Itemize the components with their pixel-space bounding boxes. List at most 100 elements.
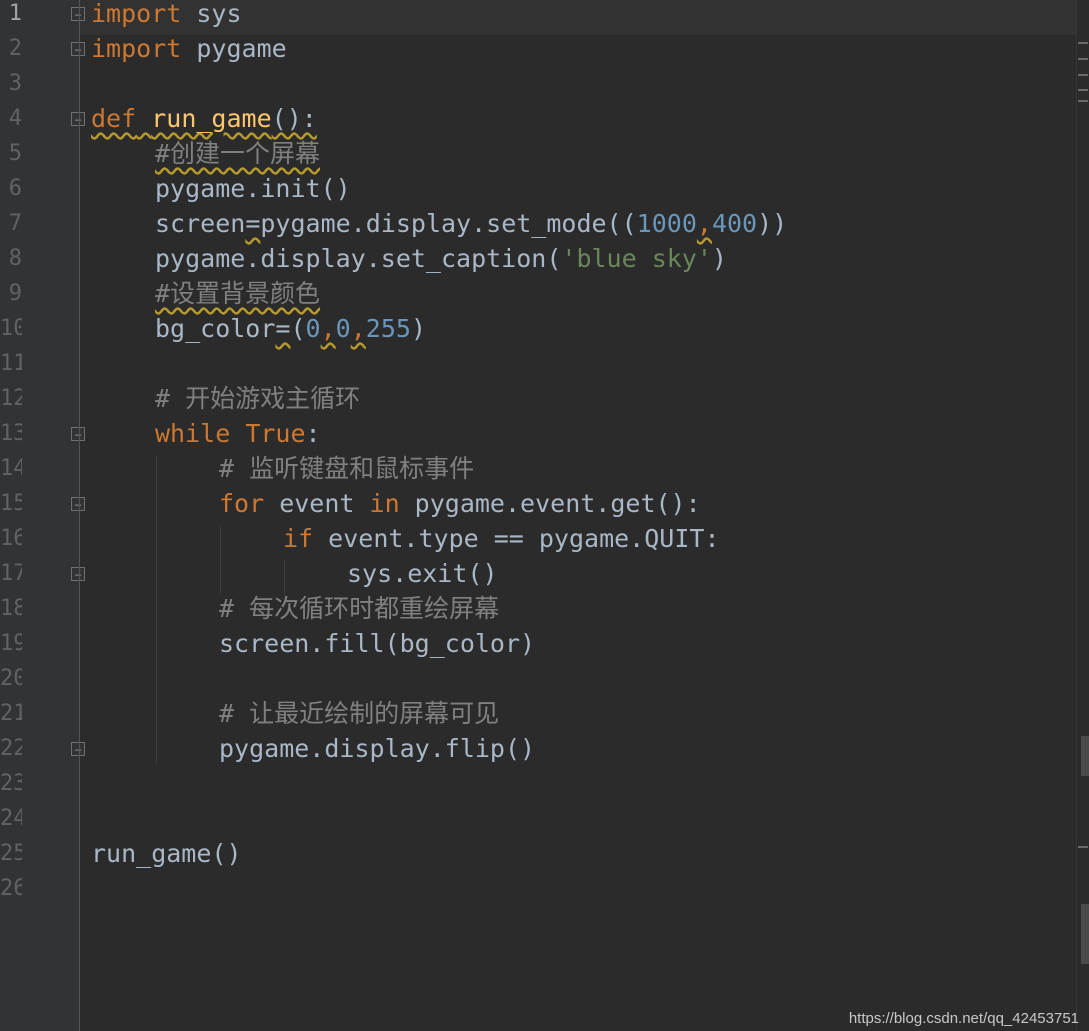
code-text: , (696, 209, 712, 238)
keyword: for (219, 489, 265, 518)
scroll-marker (1078, 89, 1088, 91)
code-line-7[interactable]: screen=pygame.display.set_mode((1000,400… (155, 206, 787, 241)
code-line-17[interactable]: sys.exit() (347, 556, 498, 591)
code-line-4[interactable]: def run_game(): (91, 101, 317, 136)
code-text: = (245, 209, 261, 238)
number: 0 (335, 314, 351, 343)
code-text: ) (711, 244, 727, 273)
fold-open-icon[interactable]: − (71, 427, 85, 442)
keyword: import (91, 0, 182, 28)
code-text: , (350, 314, 366, 343)
code-text: pygame.display.flip() (219, 734, 536, 763)
code-text: = (275, 314, 291, 343)
keyword: if (283, 524, 314, 553)
code-line-9[interactable]: #设置背景颜色 (155, 276, 320, 311)
code-text: event.type == pygame.QUIT: (313, 524, 720, 553)
line-number: 7 (8, 211, 22, 236)
code-text: run_game() (91, 839, 242, 868)
number: 1000 (636, 209, 697, 238)
scroll-marker (1078, 100, 1088, 102)
scrollbar-thumb[interactable] (1081, 904, 1089, 964)
code-line-21[interactable]: # 让最近绘制的屏幕可见 (219, 696, 499, 731)
code-line-8[interactable]: pygame.display.set_caption('blue sky') (155, 241, 727, 276)
code-line-14[interactable]: # 监听键盘和鼠标事件 (219, 451, 474, 486)
code-line-10[interactable]: bg_color=(0,0,255) (155, 311, 426, 346)
keyword: True (245, 419, 306, 448)
keyword: def (91, 104, 137, 133)
code-text: screen (155, 209, 246, 238)
line-number: 18 (0, 596, 22, 621)
code-line-6[interactable]: pygame.init() (155, 171, 351, 206)
indent-guide (156, 455, 157, 765)
code-text: , (320, 314, 336, 343)
fold-end-icon[interactable]: − (71, 42, 85, 57)
comment: # 让最近绘制的屏幕可见 (219, 699, 500, 728)
number: 0 (305, 314, 321, 343)
line-number: 4 (8, 106, 22, 131)
code-line-18[interactable]: # 每次循环时都重绘屏幕 (219, 591, 499, 626)
line-number: 11 (0, 351, 22, 376)
code-line-5[interactable]: #创建一个屏幕 (155, 136, 320, 171)
line-number: 25 (0, 841, 22, 866)
line-number: 15 (0, 491, 22, 516)
code-line-15[interactable]: for event in pygame.event.get(): (219, 486, 701, 521)
scroll-marker (1078, 42, 1088, 44)
comment: #设置背景颜色 (155, 279, 321, 308)
code-line-13[interactable]: while True: (155, 416, 321, 451)
scroll-marker (1078, 846, 1088, 848)
scrollbar-thumb[interactable] (1081, 736, 1089, 776)
keyword: import (91, 34, 182, 63)
fold-end-icon[interactable]: − (71, 567, 85, 582)
line-number: 14 (0, 456, 22, 481)
scroll-marker (1078, 58, 1088, 60)
number: 255 (365, 314, 411, 343)
keyword: in (369, 489, 400, 518)
line-number: 16 (0, 526, 22, 551)
line-number: 12 (0, 386, 22, 411)
gutter-divider (79, 0, 80, 1031)
string: 'blue sky' (561, 244, 712, 273)
code-text: pygame.display.set_mode(( (260, 209, 637, 238)
comment: # 监听键盘和鼠标事件 (219, 454, 475, 483)
code-text: bg_color (155, 314, 276, 343)
code-line-25[interactable]: run_game() (91, 836, 242, 871)
line-number: 22 (0, 736, 22, 761)
line-number: 2 (8, 36, 22, 61)
fold-open-icon[interactable]: − (71, 7, 85, 22)
fold-open-icon[interactable]: − (71, 497, 85, 512)
code-text: (): (271, 104, 317, 133)
code-text: event (264, 489, 370, 518)
code-line-19[interactable]: screen.fill(bg_color) (219, 626, 535, 661)
code-line-2[interactable]: import pygame (91, 31, 287, 66)
line-number: 6 (8, 176, 22, 201)
line-number: 5 (8, 141, 22, 166)
code-line-12[interactable]: # 开始游戏主循环 (155, 381, 360, 416)
function-name: run_game (151, 104, 272, 133)
fold-open-icon[interactable]: − (71, 112, 85, 127)
line-number: 8 (8, 246, 22, 271)
comment: # 开始游戏主循环 (155, 384, 361, 413)
line-number: 19 (0, 631, 22, 656)
editor-gutter[interactable]: 1 2 3 4 5 6 7 8 9 10 11 12 13 14 15 16 1… (0, 0, 85, 1031)
watermark: https://blog.csdn.net/qq_42453751 (848, 1010, 1079, 1027)
line-number: 3 (8, 71, 22, 96)
line-number: 1 (8, 1, 22, 26)
line-number: 26 (0, 876, 22, 901)
number: 400 (711, 209, 758, 238)
line-number: 20 (0, 666, 22, 691)
code-line-1[interactable]: import sys (91, 0, 242, 31)
code-text: pygame.event.get(): (399, 489, 701, 518)
code-text: sys.exit() (347, 559, 498, 588)
fold-end-icon[interactable]: − (71, 742, 85, 757)
code-text: )) (757, 209, 788, 238)
comment: #创建一个屏幕 (155, 139, 321, 168)
line-number: 9 (8, 281, 22, 306)
vertical-scrollbar[interactable] (1076, 0, 1089, 1031)
code-line-16[interactable]: if event.type == pygame.QUIT: (283, 521, 720, 556)
line-number: 10 (0, 316, 22, 341)
scroll-marker (1078, 74, 1088, 76)
code-line-22[interactable]: pygame.display.flip() (219, 731, 535, 766)
keyword: while (155, 419, 231, 448)
line-number: 21 (0, 701, 22, 726)
